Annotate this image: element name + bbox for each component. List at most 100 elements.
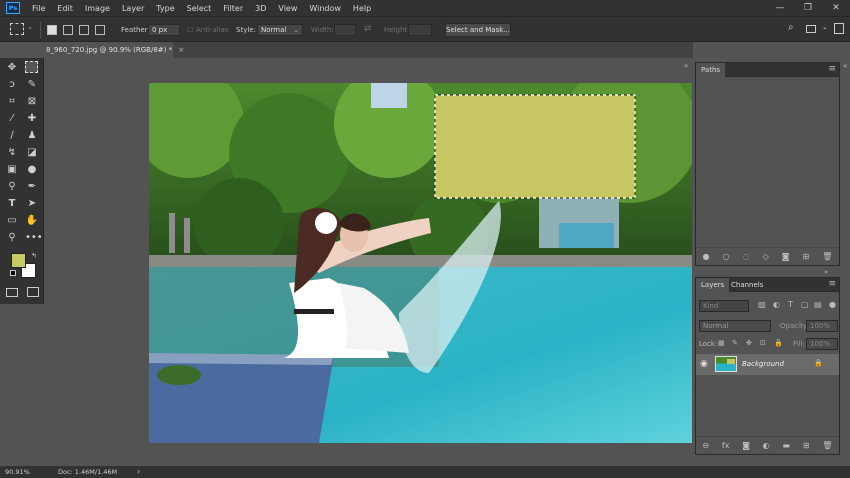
link-layers-icon[interactable]: ⊖	[702, 441, 709, 450]
add-mask-icon[interactable]: ◙	[782, 252, 790, 261]
visibility-eye-icon[interactable]: ◉	[700, 359, 708, 369]
lasso-tool-icon[interactable]: ↄ	[5, 78, 19, 92]
new-group-icon[interactable]: ▬	[783, 441, 791, 450]
new-adjustment-layer-icon[interactable]: ◐	[763, 441, 770, 450]
layer-name[interactable]: Background	[742, 360, 784, 368]
select-and-mask-button[interactable]: Select and Mask...	[445, 23, 511, 37]
layer-search-input[interactable]: Kind	[699, 300, 749, 312]
lock-pixels-icon[interactable]: ✎	[732, 339, 738, 347]
swap-icon[interactable]: ⇄	[364, 24, 372, 34]
menu-edit[interactable]: Edit	[51, 4, 79, 13]
filter-type-icon[interactable]: T	[788, 300, 793, 309]
new-layer-icon[interactable]: ⊞	[803, 441, 810, 450]
menu-image[interactable]: Image	[79, 4, 116, 13]
panel-menu-icon[interactable]: ≡	[828, 280, 836, 289]
layer-row[interactable]: ◉ Background 🔒	[696, 354, 839, 375]
fill-input[interactable]: 100%	[806, 338, 838, 350]
gradient-tool-icon[interactable]: ▣	[5, 163, 19, 177]
lock-all-icon[interactable]: 🔒	[774, 339, 783, 347]
default-colors-icon[interactable]	[10, 270, 16, 276]
tab-layers[interactable]: Layers	[696, 278, 730, 292]
path-selection-tool-icon[interactable]: ➤	[25, 197, 39, 211]
menu-3d[interactable]: 3D	[249, 4, 272, 13]
feather-input[interactable]: 0 px	[148, 24, 180, 36]
subtract-from-selection-icon[interactable]	[79, 25, 89, 35]
rectangular-marquee-tool-icon[interactable]	[25, 61, 38, 73]
menu-layer[interactable]: Layer	[116, 4, 150, 13]
blur-tool-icon[interactable]: ●	[25, 163, 39, 177]
marquee-tool-preset-icon[interactable]	[10, 23, 24, 35]
lock-transparent-icon[interactable]: ▦	[718, 339, 725, 347]
fill-path-icon[interactable]: ●	[703, 252, 710, 261]
menu-file[interactable]: File	[26, 4, 51, 13]
collapse-panels-icon[interactable]: »	[684, 62, 692, 74]
menu-type[interactable]: Type	[150, 4, 180, 13]
eyedropper-tool-icon[interactable]: ⁄	[5, 112, 19, 126]
menu-filter[interactable]: Filter	[217, 4, 249, 13]
menu-select[interactable]: Select	[181, 4, 218, 13]
quick-selection-tool-icon[interactable]: ✎	[25, 78, 39, 92]
search-icon[interactable]: ⌕	[788, 22, 794, 33]
filter-smart-object-icon[interactable]: ▤	[814, 300, 822, 309]
dodge-tool-icon[interactable]: ⚲	[5, 180, 19, 194]
filter-shape-icon[interactable]: ▢	[801, 300, 809, 309]
status-menu-arrow-icon[interactable]: ›	[137, 466, 140, 478]
lock-artboard-icon[interactable]: ⊡	[760, 339, 766, 347]
collapse-panels-icon[interactable]: »	[824, 268, 828, 276]
spot-healing-tool-icon[interactable]: ✚	[25, 112, 39, 126]
quick-mask-icon[interactable]	[6, 288, 18, 297]
chevron-down-icon[interactable]: ⌄	[27, 23, 33, 31]
height-input[interactable]	[408, 24, 432, 36]
eraser-tool-icon[interactable]: ◪	[25, 146, 39, 160]
width-input[interactable]	[334, 24, 356, 36]
tab-channels[interactable]: Channels	[726, 278, 768, 292]
history-brush-tool-icon[interactable]: ↯	[5, 146, 19, 160]
chevron-down-icon[interactable]: ⌄	[822, 23, 828, 31]
add-layer-mask-icon[interactable]: ◙	[742, 441, 750, 450]
menu-help[interactable]: Help	[347, 4, 377, 13]
stroke-path-icon[interactable]: ○	[723, 252, 730, 261]
share-icon[interactable]	[834, 23, 844, 34]
type-tool-icon[interactable]: T	[5, 197, 19, 211]
more-tools-icon[interactable]: •••	[25, 231, 43, 245]
layer-style-icon[interactable]: fx	[722, 441, 730, 450]
style-select[interactable]: Normal ⌄	[257, 24, 303, 36]
close-window-button[interactable]: ✕	[822, 3, 850, 13]
minimize-button[interactable]: —	[766, 3, 794, 13]
rectangle-tool-icon[interactable]: ▭	[5, 214, 19, 228]
close-tab-icon[interactable]: ×	[178, 46, 184, 54]
menu-view[interactable]: View	[272, 4, 303, 13]
load-path-as-selection-icon[interactable]: ◌	[743, 252, 750, 261]
frame-tool-icon[interactable]: ⊠	[25, 95, 39, 109]
filter-toggle-icon[interactable]: ●	[829, 300, 836, 309]
add-to-selection-icon[interactable]	[63, 25, 73, 35]
anti-alias-checkbox-icon[interactable]: ☐	[187, 26, 193, 34]
screen-mode-icon[interactable]	[27, 287, 39, 297]
document-tab[interactable]: 8_960_720.jpg @ 90.9% (RGB/8#) * ×	[43, 42, 184, 58]
new-path-icon[interactable]: ⊞	[803, 252, 810, 261]
foreground-color-swatch[interactable]	[11, 253, 26, 268]
expand-panels-icon[interactable]: «	[843, 62, 850, 74]
zoom-tool-icon[interactable]: ⚲	[5, 231, 19, 245]
tab-paths[interactable]: Paths	[696, 63, 726, 77]
brush-tool-icon[interactable]: ∕	[5, 129, 19, 143]
filter-pixel-icon[interactable]: ▨	[758, 300, 766, 309]
panel-menu-icon[interactable]: ≡	[828, 65, 836, 74]
lock-position-icon[interactable]: ✥	[746, 339, 752, 347]
workspace-icon[interactable]	[806, 25, 816, 33]
crop-tool-icon[interactable]: ⌗	[5, 95, 19, 109]
hand-tool-icon[interactable]: ✋	[25, 214, 39, 228]
opacity-input[interactable]: 100%	[806, 320, 838, 332]
delete-path-icon[interactable]: 🗑	[822, 252, 832, 261]
blend-mode-select[interactable]: Normal	[699, 320, 771, 332]
filter-adjustment-icon[interactable]: ◐	[773, 300, 780, 309]
intersect-selection-icon[interactable]	[95, 25, 105, 35]
clone-stamp-tool-icon[interactable]: ♟	[25, 129, 39, 143]
new-selection-icon[interactable]	[47, 25, 57, 35]
pen-tool-icon[interactable]: ✒	[25, 180, 39, 194]
document-canvas[interactable]	[149, 83, 692, 443]
delete-layer-icon[interactable]: 🗑	[822, 441, 832, 450]
make-work-path-icon[interactable]: ◇	[763, 252, 769, 261]
swap-colors-icon[interactable]: ↰	[31, 252, 37, 260]
maximize-button[interactable]: ❐	[794, 3, 822, 13]
